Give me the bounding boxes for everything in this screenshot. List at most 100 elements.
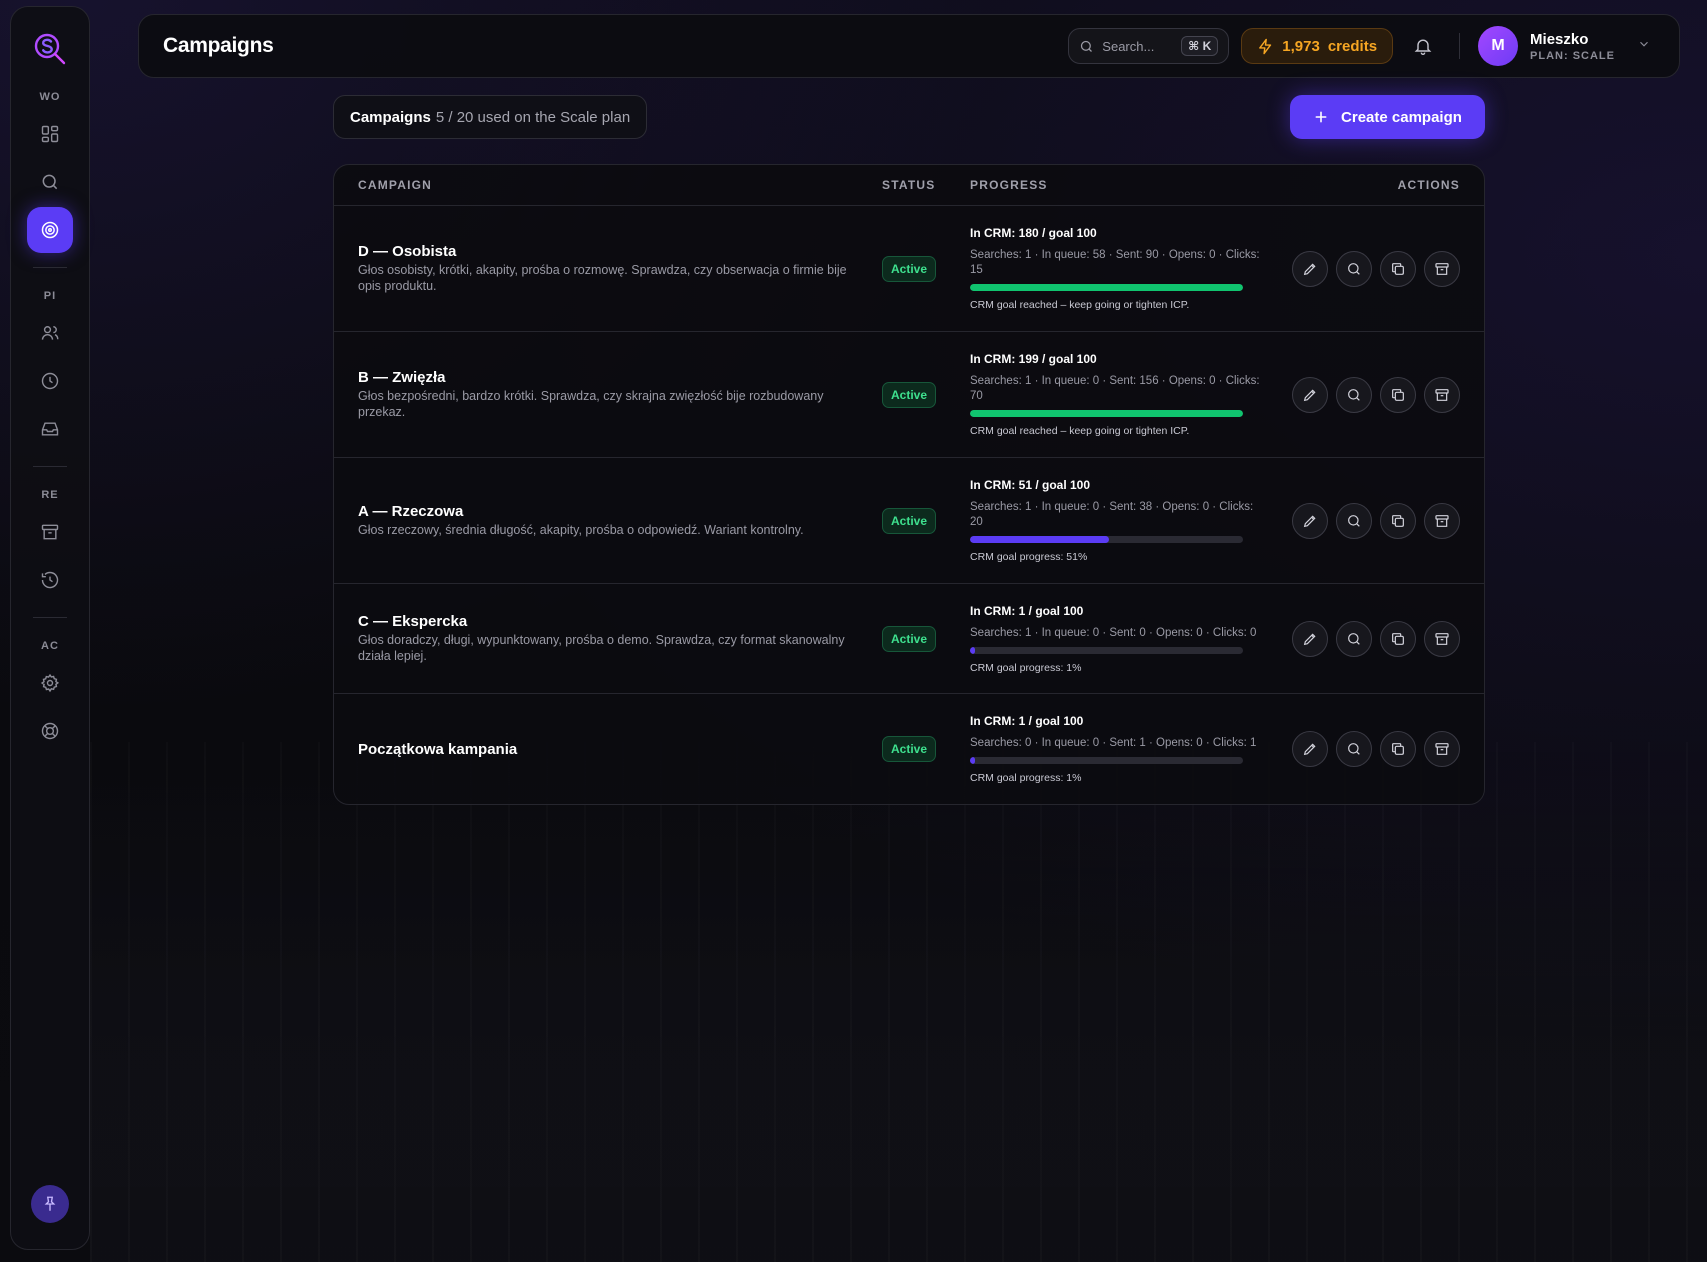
table-row[interactable]: A — Rzeczowa Głos rzeczowy, średnia dług… — [334, 458, 1484, 584]
pin-icon — [44, 1196, 56, 1211]
sidebar-item-archive[interactable] — [27, 509, 73, 555]
dashboard-icon — [41, 125, 59, 143]
top-header: Campaigns Search... ⌘ K 1,973 credits M … — [138, 14, 1680, 78]
campaign-name[interactable]: B — Zwięzła — [358, 369, 882, 386]
column-header-status: STATUS — [882, 178, 936, 192]
view-button[interactable] — [1336, 731, 1372, 767]
sidebar-item-people[interactable] — [27, 310, 73, 356]
sidebar-section-label: AC — [41, 640, 59, 652]
table-row[interactable]: C — Ekspercka Głos doradczy, długi, wypu… — [334, 584, 1484, 694]
history-icon — [41, 571, 59, 589]
edit-button[interactable] — [1292, 620, 1328, 657]
sidebar-item-search[interactable] — [27, 159, 73, 205]
sidebar-item-settings[interactable] — [27, 660, 73, 706]
pin-sidebar-button[interactable] — [31, 1185, 69, 1223]
campaign-name[interactable]: A — Rzeczowa — [358, 503, 882, 520]
duplicate-button[interactable] — [1380, 250, 1416, 287]
sidebar-divider — [33, 617, 67, 618]
chevron-down-icon — [1637, 37, 1651, 56]
status-badge: Active — [882, 507, 937, 534]
view-button[interactable] — [1336, 502, 1372, 539]
progress-bar — [970, 410, 1243, 417]
pencil-icon — [1303, 743, 1316, 756]
status-badge: Active — [882, 381, 937, 408]
sidebar-item-help[interactable] — [27, 708, 73, 754]
campaign-stats: Searches: 1 · In queue: 58 · Sent: 90 · … — [970, 249, 1260, 276]
copy-icon — [1392, 743, 1404, 755]
campaign-stats: Searches: 1 · In queue: 0 · Sent: 156 · … — [970, 375, 1260, 402]
sidebar-item-dashboard[interactable] — [27, 111, 73, 157]
credits-button[interactable]: 1,973 credits — [1241, 28, 1394, 64]
sidebar-divider — [33, 267, 67, 268]
progress-bar — [970, 284, 1243, 291]
sidebar-item-history[interactable] — [27, 557, 73, 603]
search-icon — [1348, 514, 1360, 527]
search-icon — [1348, 743, 1360, 755]
archive-button[interactable] — [1424, 620, 1460, 657]
progress-note: CRM goal reached – keep going or tighten… — [970, 425, 1190, 437]
lightning-icon — [1259, 38, 1272, 54]
crm-progress-title: In CRM: 180 / goal 100 — [970, 226, 1097, 240]
copy-icon — [1392, 514, 1404, 527]
campaign-name[interactable]: Początkowa kampania — [358, 741, 882, 758]
credits-label: credits — [1327, 37, 1378, 55]
create-campaign-button[interactable]: Create campaign — [1290, 95, 1485, 139]
duplicate-button[interactable] — [1380, 620, 1416, 657]
notifications-button[interactable] — [1405, 28, 1441, 64]
duplicate-button[interactable] — [1380, 731, 1416, 767]
campaign-name[interactable]: C — Ekspercka — [358, 613, 882, 630]
campaign-stats: Searches: 1 · In queue: 0 · Sent: 0 · Op… — [970, 626, 1257, 639]
campaign-usage: Campaigns 5 / 20 used on the Scale plan — [333, 95, 648, 139]
archive-button[interactable] — [1424, 376, 1460, 413]
edit-button[interactable] — [1292, 731, 1328, 767]
edit-button[interactable] — [1292, 376, 1328, 413]
campaign-stats: Searches: 1 · In queue: 0 · Sent: 38 · O… — [970, 501, 1254, 528]
avatar: M — [1478, 26, 1519, 66]
sidebar-item-schedule[interactable] — [27, 358, 73, 404]
pencil-icon — [1303, 262, 1316, 275]
edit-button[interactable] — [1292, 502, 1328, 539]
archive-button[interactable] — [1424, 731, 1460, 767]
clock-icon — [41, 372, 59, 390]
credits-amount: 1,973 — [1282, 37, 1320, 55]
background-skyline — [90, 742, 1707, 1262]
user-plan: PLAN: SCALE — [1530, 49, 1615, 62]
archive-button[interactable] — [1424, 250, 1460, 287]
view-button[interactable] — [1336, 620, 1372, 657]
campaign-name[interactable]: D — Osobista — [358, 243, 882, 260]
sidebar: WO PI RE AC — [10, 6, 90, 1250]
search-input[interactable]: Search... ⌘ K — [1068, 28, 1230, 64]
sidebar-section-label: WO — [39, 91, 61, 103]
view-button[interactable] — [1336, 250, 1372, 287]
sidebar-item-campaigns[interactable] — [27, 207, 73, 253]
search-icon — [42, 174, 58, 190]
table-header: CAMPAIGN STATUS PROGRESS ACTIONS — [334, 165, 1484, 206]
copy-icon — [1392, 632, 1404, 645]
sidebar-item-inbox[interactable] — [27, 406, 73, 452]
status-badge: Active — [882, 255, 937, 282]
crm-progress-title: In CRM: 199 / goal 100 — [970, 352, 1097, 366]
edit-button[interactable] — [1292, 250, 1328, 287]
archive-button[interactable] — [1424, 502, 1460, 539]
search-placeholder: Search... — [1102, 38, 1155, 54]
duplicate-button[interactable] — [1380, 502, 1416, 539]
page-title: Campaigns — [163, 34, 274, 57]
campaign-description: Głos osobisty, krótki, akapity, prośba o… — [358, 263, 847, 293]
campaign-description: Głos rzeczowy, średnia długość, akapity,… — [358, 523, 804, 537]
progress-bar — [970, 536, 1243, 543]
progress-bar-fill — [970, 410, 1243, 417]
view-button[interactable] — [1336, 376, 1372, 413]
bell-icon — [1414, 39, 1432, 55]
app-logo[interactable] — [30, 29, 70, 69]
duplicate-button[interactable] — [1380, 376, 1416, 413]
user-menu[interactable]: M Mieszko PLAN: SCALE — [1478, 26, 1655, 66]
sidebar-section-label: RE — [41, 489, 59, 501]
progress-note: CRM goal progress: 1% — [970, 772, 1082, 784]
table-row[interactable]: Początkowa kampania Active In CRM: 1 / g… — [334, 694, 1484, 804]
status-badge: Active — [882, 736, 937, 762]
progress-note: CRM goal progress: 1% — [970, 661, 1082, 674]
table-row[interactable]: D — Osobista Głos osobisty, krótki, akap… — [334, 206, 1484, 332]
table-row[interactable]: B — Zwięzła Głos bezpośredni, bardzo kró… — [334, 332, 1484, 458]
table-body: D — Osobista Głos osobisty, krótki, akap… — [334, 206, 1484, 804]
progress-note: CRM goal reached – keep going or tighten… — [970, 299, 1190, 311]
